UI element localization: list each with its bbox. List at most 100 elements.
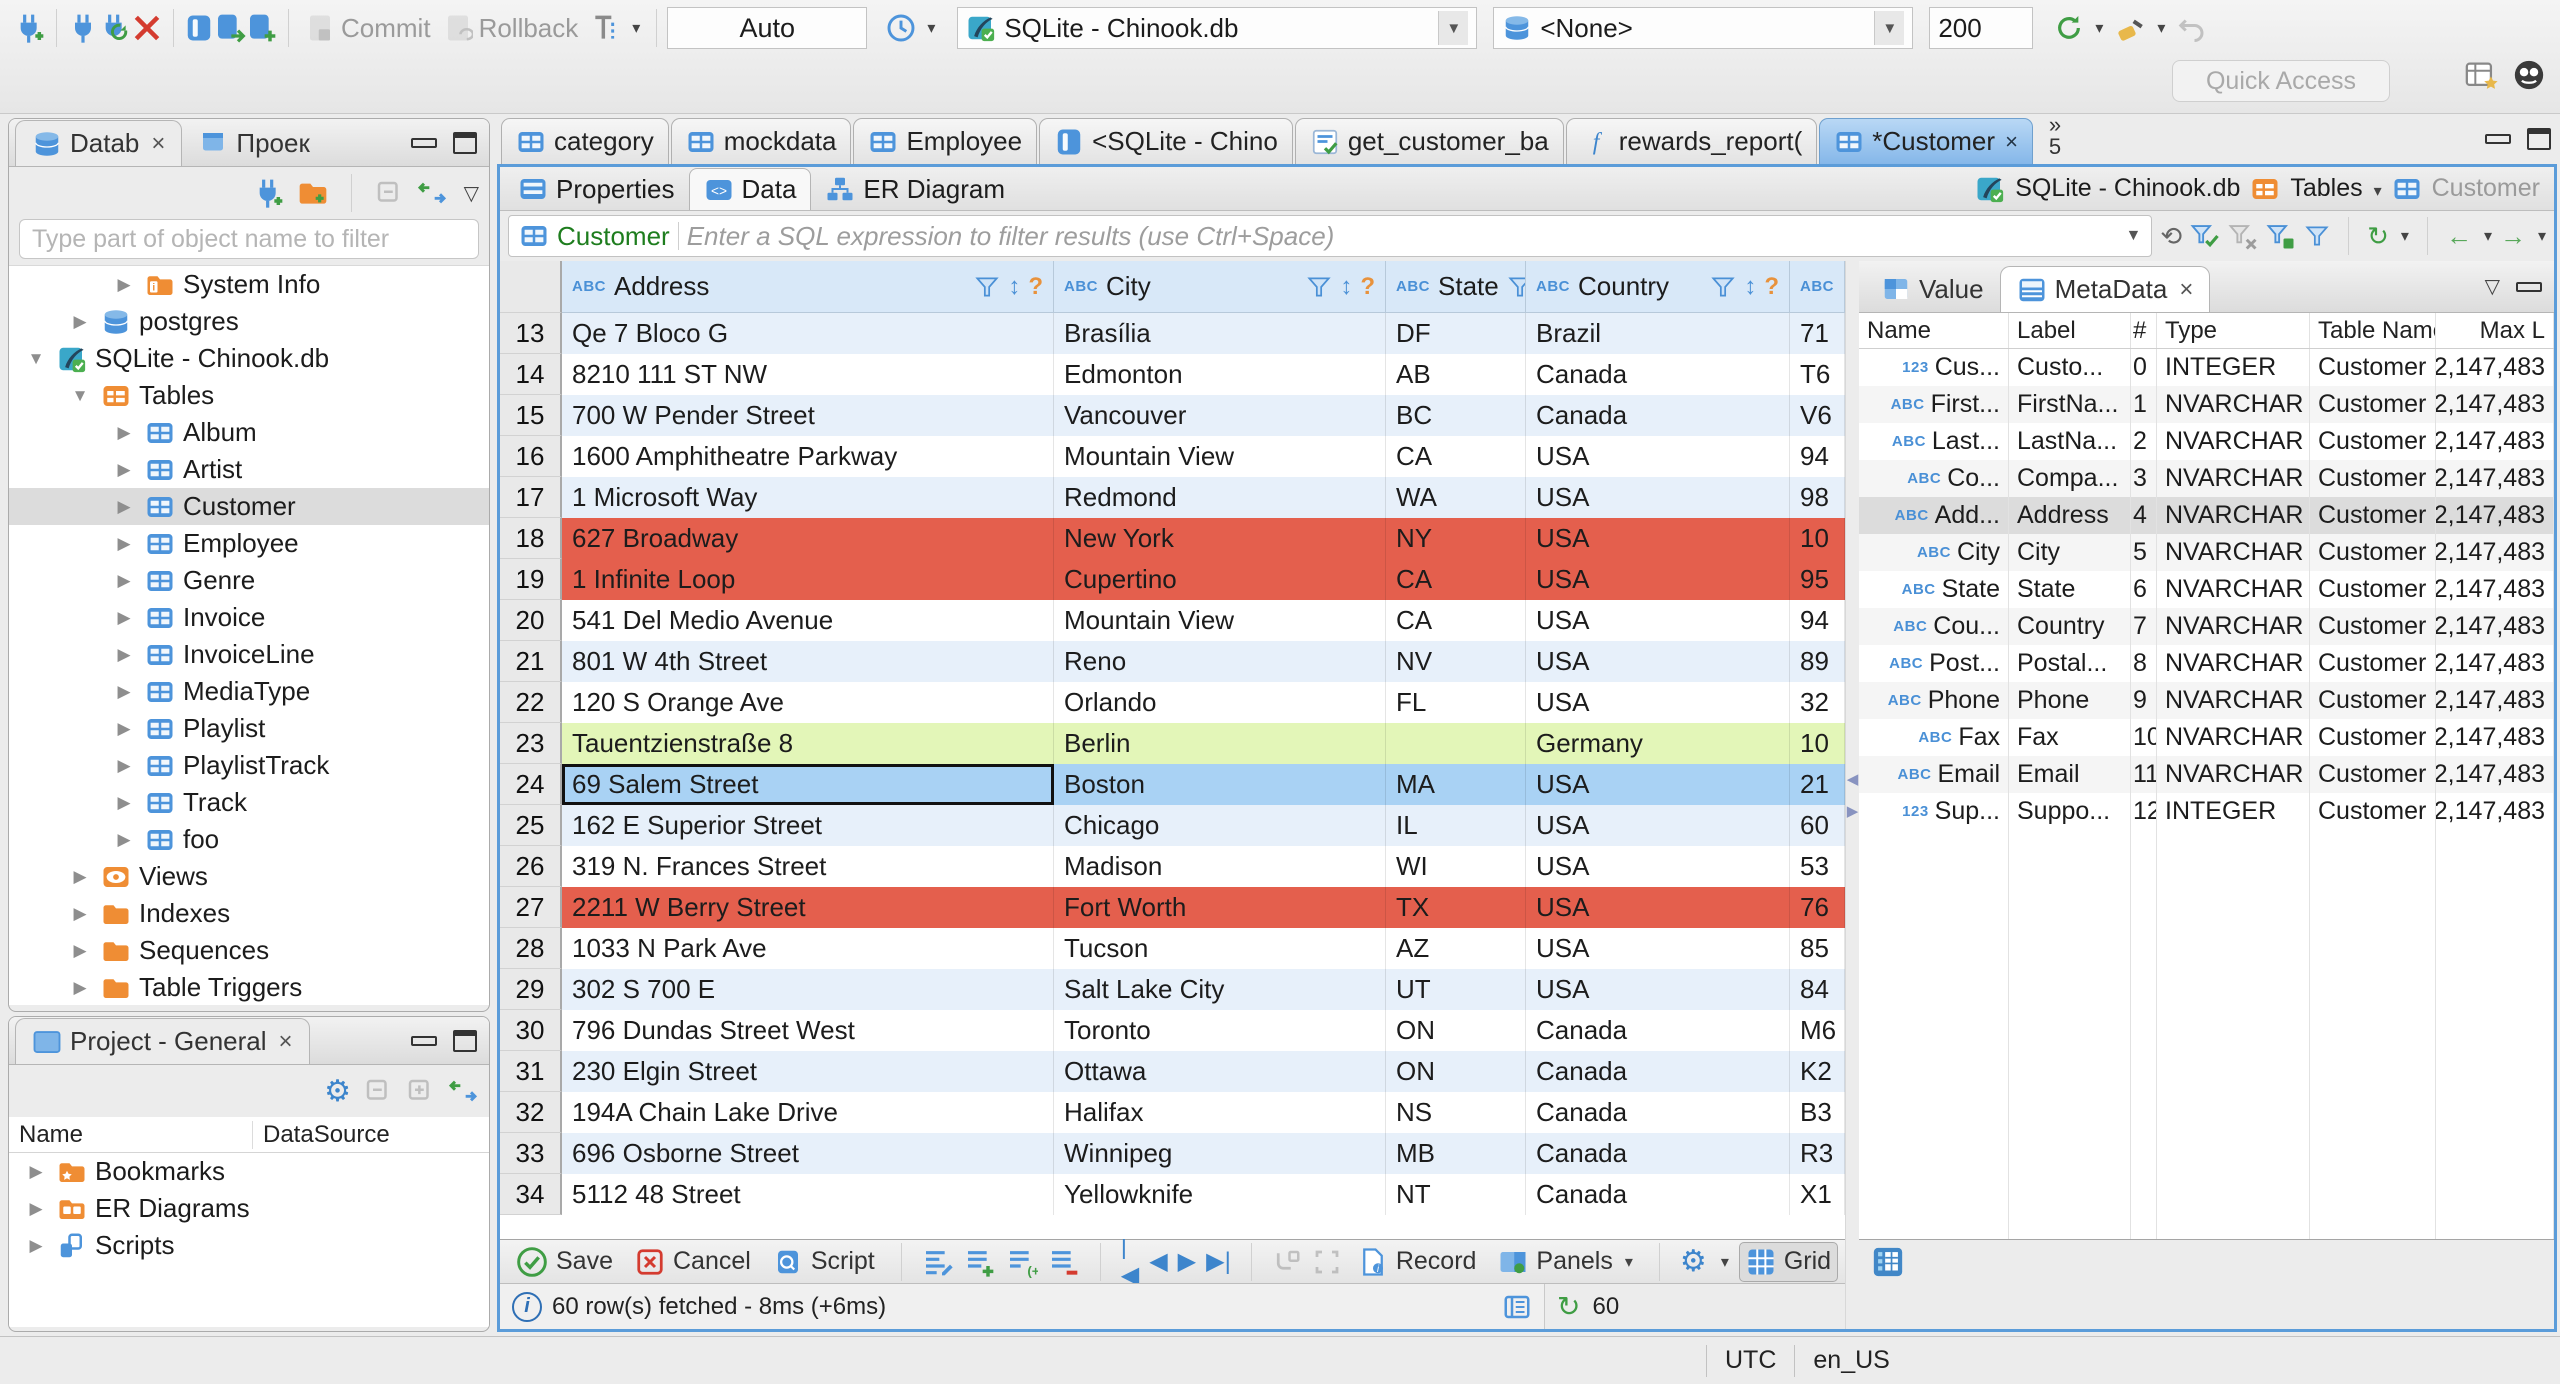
grid-cell[interactable]: Brasília: [1054, 313, 1386, 354]
maximize-icon[interactable]: [453, 131, 477, 154]
metadata-row-country[interactable]: ABC Cou... Country 7 NVARCHAR Customer 2,147,4…: [1859, 608, 2554, 645]
last-row-icon[interactable]: ▶|: [1206, 1247, 1231, 1276]
grid-cell[interactable]: 94: [1790, 436, 1845, 477]
grid-cell[interactable]: 194A Chain Lake Drive: [562, 1092, 1054, 1133]
new-connection-icon[interactable]: [253, 177, 285, 209]
chevron-right-icon[interactable]: ▶: [23, 1236, 49, 1256]
grid-view-button[interactable]: Grid: [1738, 1241, 1839, 1282]
grid-cell[interactable]: 32: [1790, 682, 1845, 723]
grid-cell[interactable]: USA: [1526, 682, 1790, 723]
chevron-right-icon[interactable]: ▶: [23, 1162, 49, 1182]
row-number[interactable]: 24: [500, 764, 562, 805]
chevron-right-icon[interactable]: ▶: [67, 978, 93, 998]
grid-cell[interactable]: ON: [1386, 1010, 1526, 1051]
grid-cell[interactable]: FL: [1386, 682, 1526, 723]
grid-cell[interactable]: DF: [1386, 313, 1526, 354]
metadata-column-max-l[interactable]: Max L: [2436, 313, 2554, 348]
tab-metadata[interactable]: MetaData ×: [1999, 266, 2211, 312]
grid-cell[interactable]: 71: [1790, 313, 1845, 354]
collapse-left-icon[interactable]: ◀: [1847, 770, 1859, 788]
grid-cell[interactable]: Winnipeg: [1054, 1133, 1386, 1174]
grid-cell[interactable]: Toronto: [1054, 1010, 1386, 1051]
grid-cell[interactable]: Salt Lake City: [1054, 969, 1386, 1010]
grid-cell[interactable]: Canada: [1526, 1010, 1790, 1051]
table-row[interactable]: 33 696 Osborne Street Winnipeg MB Canada R3: [500, 1133, 1845, 1174]
metadata-row-phone[interactable]: ABC Phone Phone 9 NVARCHAR Customer 2,147,483: [1859, 682, 2554, 719]
grid-cell[interactable]: 53: [1790, 846, 1845, 887]
minimize-icon[interactable]: [411, 137, 437, 148]
table-row[interactable]: 34 5112 48 Street Yellowknife NT Canada X1: [500, 1174, 1845, 1215]
calc-panel-icon[interactable]: [1502, 1292, 1532, 1322]
table-row[interactable]: 21 801 W 4th Street Reno NV USA 89: [500, 641, 1845, 682]
table-row[interactable]: 19 1 Infinite Loop Cupertino CA USA 95: [500, 559, 1845, 600]
chevron-right-icon[interactable]: ▶: [67, 904, 93, 924]
table-row[interactable]: 25 162 E Superior Street Chicago IL USA 60: [500, 805, 1845, 846]
grid-cell[interactable]: 21: [1790, 764, 1845, 805]
grid-cell[interactable]: K2: [1790, 1051, 1845, 1092]
grid-cell[interactable]: USA: [1526, 518, 1790, 559]
grid-cell[interactable]: 801 W 4th Street: [562, 641, 1054, 682]
next-row-icon[interactable]: ▶: [1178, 1247, 1196, 1276]
column-header-state[interactable]: ABCState↕?: [1386, 261, 1526, 313]
chevron-right-icon[interactable]: ▶: [111, 423, 137, 443]
metadata-row-state[interactable]: ABC State State 6 NVARCHAR Customer 2,147,483: [1859, 571, 2554, 608]
grid-cell[interactable]: USA: [1526, 928, 1790, 969]
metadata-row-lastna-[interactable]: ABC Last... LastNa... 2 NVARCHAR Customer 2,14…: [1859, 423, 2554, 460]
tab-overflow-indicator[interactable]: » 5: [2049, 114, 2061, 164]
row-number[interactable]: 20: [500, 600, 562, 641]
quick-access-input[interactable]: Quick Access: [2172, 60, 2390, 102]
grid-cell[interactable]: 696 Osborne Street: [562, 1133, 1054, 1174]
table-row[interactable]: 32 194A Chain Lake Drive Halifax NS Canada B3: [500, 1092, 1845, 1133]
table-row[interactable]: 27 2211 W Berry Street Fort Worth TX USA 76: [500, 887, 1845, 928]
sort-icon[interactable]: ↕: [1008, 273, 1020, 301]
filter-expression-box[interactable]: Customer Enter a SQL expression to filte…: [508, 215, 2153, 257]
grid-cell[interactable]: 1 Microsoft Way: [562, 477, 1054, 518]
breadcrumb-table[interactable]: Customer: [2432, 174, 2540, 203]
undo-button[interactable]: [2171, 9, 2213, 47]
grid-cell[interactable]: Cupertino: [1054, 559, 1386, 600]
row-number[interactable]: 13: [500, 313, 562, 354]
active-schema-combo[interactable]: <None> ▼: [1493, 7, 1914, 49]
grid-cell[interactable]: Canada: [1526, 1092, 1790, 1133]
row-number[interactable]: 23: [500, 723, 562, 764]
connect-icon[interactable]: [67, 12, 99, 44]
metadata-row-firstna-[interactable]: ABC First... FirstNa... 1 NVARCHAR Customer 2,…: [1859, 386, 2554, 423]
grid-cell[interactable]: 302 S 700 E: [562, 969, 1054, 1010]
grid-cell[interactable]: Germany: [1526, 723, 1790, 764]
new-connection-icon[interactable]: [14, 12, 46, 44]
row-number[interactable]: 33: [500, 1133, 562, 1174]
tab-project-general[interactable]: Project - General ×: [15, 1018, 310, 1064]
grid-cell[interactable]: 230 Elgin Street: [562, 1051, 1054, 1092]
grid-cell[interactable]: MA: [1386, 764, 1526, 805]
tree-item-playlisttrack[interactable]: ▶ PlaylistTrack: [9, 747, 489, 784]
refresh-button[interactable]: ▾: [2047, 8, 2109, 48]
minimize-icon[interactable]: [411, 1035, 437, 1046]
grid-cell[interactable]: 69 Salem Street: [562, 764, 1054, 805]
grid-cell[interactable]: USA: [1526, 846, 1790, 887]
close-icon[interactable]: ×: [2179, 276, 2193, 304]
grid-cell[interactable]: Canada: [1526, 1174, 1790, 1215]
tab-value[interactable]: Value: [1865, 266, 2000, 312]
active-connection-combo[interactable]: SQLite - Chinook.db ▼: [957, 7, 1478, 49]
grid-cell[interactable]: NT: [1386, 1174, 1526, 1215]
grid-cell[interactable]: Canada: [1526, 395, 1790, 436]
chevron-down-icon[interactable]: ▼: [23, 349, 49, 369]
editor-tab-rewards-report-[interactable]: f rewards_report(: [1565, 118, 1818, 164]
grid-cell[interactable]: WI: [1386, 846, 1526, 887]
maximize-icon[interactable]: [453, 1029, 477, 1052]
metadata-row-compa-[interactable]: ABC Co... Compa... 3 NVARCHAR Customer 2,147,4…: [1859, 460, 2554, 497]
chevron-down-icon[interactable]: ▼: [1874, 11, 1905, 45]
grid-cell[interactable]: Canada: [1526, 1051, 1790, 1092]
maximize-icon[interactable]: [2527, 128, 2551, 150]
prev-row-icon[interactable]: ◀: [1149, 1247, 1167, 1276]
grid-cell[interactable]: 162 E Superior Street: [562, 805, 1054, 846]
grid-cell[interactable]: 95: [1790, 559, 1845, 600]
grid-cell[interactable]: 1 Infinite Loop: [562, 559, 1054, 600]
grid-cell[interactable]: Madison: [1054, 846, 1386, 887]
chevron-right-icon[interactable]: ▶: [67, 867, 93, 887]
close-icon[interactable]: ×: [151, 130, 165, 158]
row-number[interactable]: 30: [500, 1010, 562, 1051]
tree-item-invoice[interactable]: ▶ Invoice: [9, 599, 489, 636]
project-item-scripts[interactable]: ▶ Scripts: [9, 1227, 489, 1264]
grid-cell[interactable]: Tauentzienstraße 8: [562, 723, 1054, 764]
